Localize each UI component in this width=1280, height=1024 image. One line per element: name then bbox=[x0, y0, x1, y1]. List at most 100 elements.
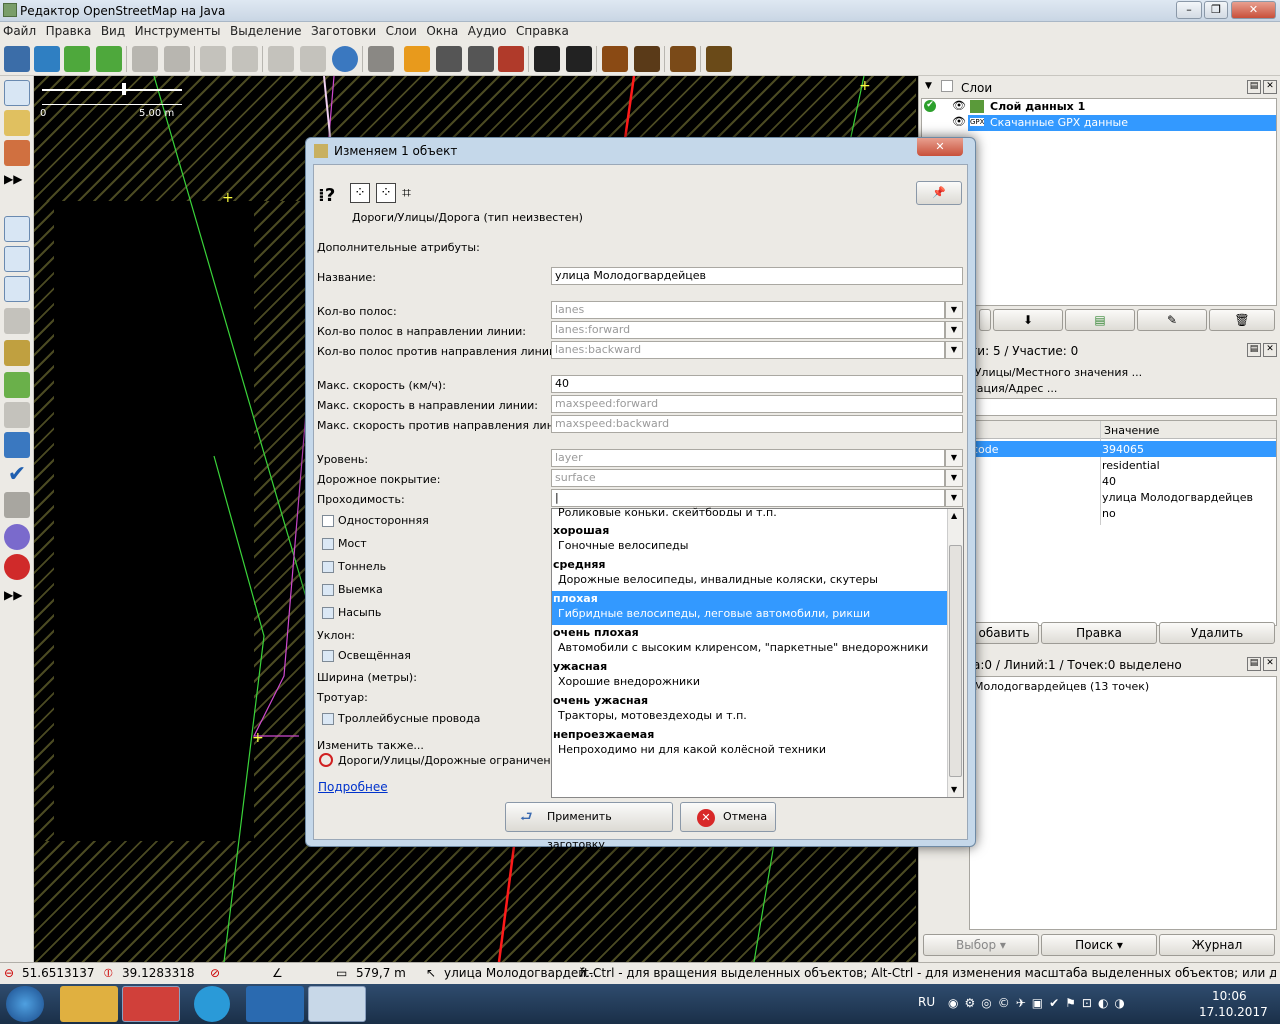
tray-icons[interactable]: ◉⚙◎©✈▣✔⚑⊡◐◑ bbox=[948, 996, 1138, 1012]
detach-icon[interactable]: ▤ bbox=[1247, 657, 1261, 671]
layer-info-icon[interactable]: ✎ bbox=[1137, 309, 1207, 331]
preset-link-1[interactable]: /Улицы/Местного значения ... bbox=[971, 366, 1142, 379]
props-filter[interactable] bbox=[969, 398, 1277, 416]
list-item[interactable]: очень плохая Автомобили с высоким клиренс… bbox=[552, 625, 947, 659]
maxspeed-forward-field[interactable]: maxspeed:forward bbox=[551, 395, 963, 413]
reverse-way-icon[interactable] bbox=[332, 46, 358, 72]
close-panel-icon[interactable]: ✕ bbox=[1263, 657, 1277, 671]
lit-checkbox[interactable] bbox=[322, 650, 334, 662]
chevron-down-icon[interactable]: ▼ bbox=[945, 469, 963, 487]
save-icon[interactable] bbox=[34, 46, 60, 72]
history-icon[interactable] bbox=[4, 340, 30, 366]
chevron-down-icon[interactable]: ▼ bbox=[945, 301, 963, 319]
improve-way-icon[interactable] bbox=[4, 140, 30, 166]
layer-combo[interactable]: layer bbox=[551, 449, 945, 467]
merge-layer-icon[interactable]: ▤ bbox=[1065, 309, 1135, 331]
preset-car-icon[interactable] bbox=[534, 46, 560, 72]
chevron-down-icon[interactable]: ▼ bbox=[945, 341, 963, 359]
menu-windows[interactable]: Окна bbox=[423, 22, 461, 40]
list-item[interactable]: очень ужасная Тракторы, мотовездеходы и т… bbox=[552, 693, 947, 727]
list-item[interactable]: Молодогвардейцев (13 точек) bbox=[974, 680, 1149, 693]
detach-icon[interactable]: ▤ bbox=[1247, 80, 1261, 94]
visibility-eye-icon[interactable]: 👁 bbox=[952, 99, 966, 112]
menu-edit[interactable]: Правка bbox=[43, 22, 95, 40]
close-panel-icon[interactable]: ✕ bbox=[1263, 80, 1277, 94]
partial-list-item[interactable]: Роликовые коньки, скейтборды и т.п. bbox=[558, 506, 777, 516]
tags-panel-icon[interactable] bbox=[4, 246, 30, 272]
commands-icon[interactable] bbox=[4, 372, 30, 398]
conflict-icon[interactable] bbox=[4, 432, 30, 458]
lanes-forward-combo[interactable]: lanes:forward bbox=[551, 321, 945, 339]
close-panel-icon[interactable]: ✕ bbox=[1263, 343, 1277, 357]
preset-road-icon[interactable] bbox=[404, 46, 430, 72]
preset-area-icon[interactable] bbox=[368, 46, 394, 72]
oneway-checkbox[interactable] bbox=[322, 515, 334, 527]
chevron-down-icon[interactable]: ▼ bbox=[945, 449, 963, 467]
tunnel-checkbox[interactable] bbox=[322, 561, 334, 573]
close-window-button[interactable]: ✕ bbox=[1231, 1, 1276, 19]
redo-icon[interactable] bbox=[164, 46, 190, 72]
more-tools-icon[interactable]: ▶▶ bbox=[4, 172, 30, 188]
move-down-icon[interactable]: ⬇ bbox=[993, 309, 1063, 331]
smoothness-combo[interactable]: | bbox=[551, 489, 945, 507]
list-item-selected[interactable]: плохая Гибридные велосипеды, леговые авто… bbox=[552, 591, 947, 625]
cutting-checkbox[interactable] bbox=[322, 584, 334, 596]
selection-panel-icon[interactable] bbox=[4, 276, 30, 302]
combine-way-icon[interactable] bbox=[300, 46, 326, 72]
pin-toolbar-icon[interactable]: 📌 bbox=[916, 181, 962, 205]
layer-merge-button[interactable] bbox=[979, 309, 991, 331]
more-panels-icon[interactable]: ▶▶ bbox=[4, 588, 30, 604]
list-item[interactable]: средняя Дорожные велосипеды, инвалидные к… bbox=[552, 557, 947, 591]
apply-preset-button[interactable]: ⮐ Применить заготовку bbox=[505, 802, 673, 851]
menu-audio[interactable]: Аудио bbox=[465, 22, 510, 40]
clock-time[interactable]: 10:06 bbox=[1212, 989, 1247, 1003]
delete-layer-icon[interactable]: 🗑 bbox=[1209, 309, 1275, 331]
relation-panel-icon[interactable] bbox=[4, 308, 30, 334]
map-paint-icon[interactable] bbox=[4, 524, 30, 550]
menu-help[interactable]: Справка bbox=[513, 22, 572, 40]
tag-value[interactable]: улица Молодогвардейцев bbox=[1102, 491, 1253, 504]
menu-file[interactable]: Файл bbox=[0, 22, 39, 40]
embankment-checkbox[interactable] bbox=[322, 607, 334, 619]
scrollbar-thumb[interactable] bbox=[949, 545, 962, 777]
tag-value[interactable]: no bbox=[1102, 507, 1116, 520]
dialog-close-button[interactable]: ✕ bbox=[917, 138, 963, 156]
select-button[interactable]: Выбор ▾ bbox=[923, 934, 1039, 956]
layer-row-selected[interactable]: GPX Скачанные GPX данные bbox=[968, 115, 1276, 131]
maxspeed-backward-field[interactable]: maxspeed:backward bbox=[551, 415, 963, 433]
menu-tools[interactable]: Инструменты bbox=[132, 22, 224, 40]
undo-icon[interactable] bbox=[132, 46, 158, 72]
collapse-icon[interactable]: ▼ bbox=[925, 81, 932, 91]
preset-railway-icon[interactable] bbox=[436, 46, 462, 72]
name-field[interactable]: улица Молодогвардейцев bbox=[551, 267, 963, 285]
maxspeed-field[interactable]: 40 bbox=[551, 375, 963, 393]
select-tool-icon[interactable] bbox=[4, 80, 30, 106]
scroll-down-icon[interactable]: ▼ bbox=[951, 785, 957, 794]
maximize-button[interactable]: ❐ bbox=[1204, 1, 1228, 19]
tag-value[interactable]: 40 bbox=[1102, 475, 1116, 488]
menu-view[interactable]: Вид bbox=[98, 22, 128, 40]
preset-factory-icon[interactable] bbox=[706, 46, 732, 72]
history-log-button[interactable]: Журнал bbox=[1159, 934, 1275, 956]
telegram-taskbar-icon[interactable] bbox=[194, 986, 230, 1022]
start-button-icon[interactable] bbox=[6, 986, 44, 1022]
lanes-backward-combo[interactable]: lanes:backward bbox=[551, 341, 945, 359]
preferences-icon[interactable] bbox=[200, 46, 226, 72]
detach-icon[interactable]: ▤ bbox=[1247, 343, 1261, 357]
josm-taskbar-icon[interactable] bbox=[308, 986, 366, 1022]
preset-warning-icon[interactable] bbox=[602, 46, 628, 72]
telegram2-taskbar-icon[interactable] bbox=[246, 986, 304, 1022]
also-preset-link[interactable]: Дороги/Улицы/Дорожные ограничения ... bbox=[338, 754, 578, 767]
preset-building-icon[interactable] bbox=[498, 46, 524, 72]
preset-link-2[interactable]: гация/Адрес ... bbox=[971, 382, 1057, 395]
lanes-combo[interactable]: lanes bbox=[551, 301, 945, 319]
more-info-link[interactable]: Подробнее bbox=[318, 780, 388, 794]
filter-icon[interactable] bbox=[4, 492, 30, 518]
layer-row[interactable]: ✔ 👁 Слой данных 1 bbox=[922, 99, 1276, 115]
download-icon[interactable] bbox=[64, 46, 90, 72]
search-button[interactable]: Поиск ▾ bbox=[1041, 934, 1157, 956]
delete-tag-button[interactable]: Удалить bbox=[1159, 622, 1275, 644]
dropdown-scrollbar[interactable]: ▲ ▼ bbox=[947, 509, 963, 797]
surface-combo[interactable]: surface bbox=[551, 469, 945, 487]
users-icon[interactable] bbox=[4, 402, 30, 428]
